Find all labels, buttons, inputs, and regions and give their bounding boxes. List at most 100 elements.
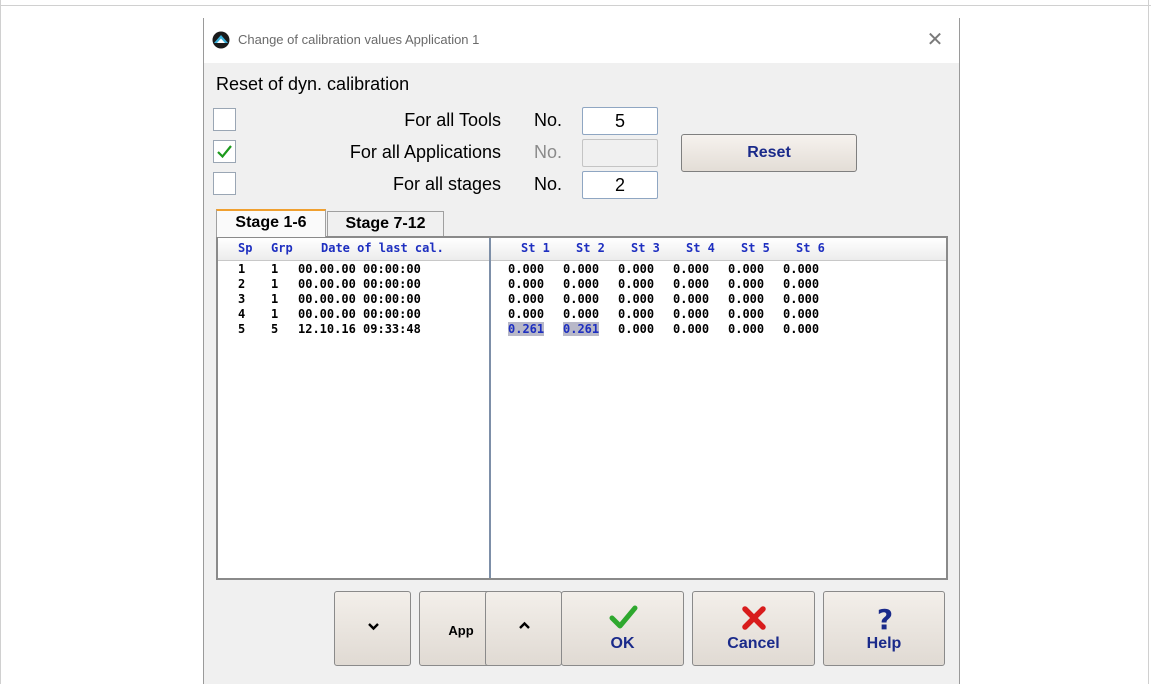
table-row[interactable]: 4 1 00.00.00 00:00:00 0.000 0.000 0.000 0.000 0… <box>218 307 946 322</box>
cell-st1: 0.000 <box>508 292 545 306</box>
svg-text:?: ? <box>877 604 893 632</box>
cell-st6: 0.000 <box>783 277 820 291</box>
cell-st4: 0.000 <box>673 292 710 306</box>
cell-st5: 0.000 <box>728 277 765 291</box>
cell-st1: 0.000 <box>508 277 545 291</box>
chevron-up-icon <box>519 621 530 629</box>
check-icon <box>609 605 638 629</box>
cell-st5: 0.000 <box>728 307 765 321</box>
cell-st5: 0.000 <box>728 262 765 276</box>
cell-sp: 3 <box>238 292 246 306</box>
cell-st2: 0.000 <box>563 277 600 291</box>
cell-st6: 0.000 <box>783 292 820 306</box>
cell-st2: 0.000 <box>563 307 600 321</box>
help-button-label: Help <box>866 635 902 652</box>
header-sp: Sp <box>238 241 253 255</box>
label-all-tools: For all Tools <box>404 110 501 130</box>
no-label-tools: No. <box>534 110 563 130</box>
reset-section-title: Reset of dyn. calibration <box>216 74 410 94</box>
cell-grp: 1 <box>271 262 279 276</box>
cell-date: 00.00.00 00:00:00 <box>298 262 421 276</box>
cell-st3: 0.000 <box>618 322 655 336</box>
header-st2: St 2 <box>576 241 605 255</box>
cell-date: 00.00.00 00:00:00 <box>298 277 421 291</box>
header-st1: St 1 <box>521 241 550 255</box>
cell-st1: 0.000 <box>508 307 545 321</box>
cell-st1: 0.000 <box>508 262 545 276</box>
cell-st4: 0.000 <box>673 262 710 276</box>
cell-grp: 1 <box>271 292 279 306</box>
label-all-applications: For all Applications <box>349 142 501 162</box>
checkbox-all-stages[interactable] <box>213 172 236 195</box>
cell-st3: 0.000 <box>618 277 655 291</box>
tab-stage-7-12[interactable]: Stage 7-12 <box>327 211 444 237</box>
cell-grp: 1 <box>271 307 279 321</box>
table-row[interactable]: 2 1 00.00.00 00:00:00 0.000 0.000 0.000 0.000 0… <box>218 277 946 292</box>
scroll-up-button[interactable] <box>485 591 562 666</box>
cell-st6: 0.000 <box>783 262 820 276</box>
header-st5: St 5 <box>741 241 770 255</box>
checkbox-all-tools[interactable] <box>213 108 236 131</box>
checkbox-all-applications[interactable] <box>213 140 236 163</box>
cell-st5: 0.000 <box>728 322 765 336</box>
chevron-down-icon <box>368 623 379 631</box>
cell-sp: 4 <box>238 307 246 321</box>
table-row[interactable]: 3 1 00.00.00 00:00:00 0.000 0.000 0.000 0.000 0… <box>218 292 946 307</box>
cell-st2: 0.261 <box>563 322 600 336</box>
cell-st1: 0.261 <box>508 322 545 336</box>
check-icon <box>217 145 232 159</box>
calibration-table: Sp Grp Date of last cal. St 1 St 2 St 3 … <box>216 236 948 580</box>
cell-date: 00.00.00 00:00:00 <box>298 292 421 306</box>
header-grp: Grp <box>271 241 293 255</box>
cell-grp: 5 <box>271 322 279 336</box>
cell-grp: 1 <box>271 277 279 291</box>
cell-st6: 0.000 <box>783 307 820 321</box>
help-button[interactable]: ? Help <box>823 591 945 666</box>
label-all-stages: For all stages <box>392 174 501 194</box>
no-label-stages: No. <box>534 174 563 194</box>
title-bar: Change of calibration values Application… <box>204 18 959 63</box>
stage-number-field[interactable]: 2 <box>582 171 658 199</box>
cell-date: 00.00.00 00:00:00 <box>298 307 421 321</box>
question-icon: ? <box>877 604 893 632</box>
frame-left-line <box>0 0 1 684</box>
cell-sp: 2 <box>238 277 246 291</box>
table-header: Sp Grp Date of last cal. St 1 St 2 St 3 … <box>218 238 946 261</box>
cell-st4: 0.000 <box>673 277 710 291</box>
calibration-dialog: Change of calibration values Application… <box>203 18 960 684</box>
no-label-applications: No. <box>534 142 563 162</box>
cell-st3: 0.000 <box>618 307 655 321</box>
window-title: Change of calibration values Application… <box>238 32 480 47</box>
cell-sp: 5 <box>238 322 246 336</box>
ok-button-label: OK <box>610 635 635 652</box>
table-row[interactable]: 1 1 00.00.00 00:00:00 0.000 0.000 0.000 0.000 0… <box>218 262 946 277</box>
reset-button[interactable]: Reset <box>681 134 857 172</box>
header-st6: St 6 <box>796 241 825 255</box>
cancel-button[interactable]: Cancel <box>692 591 815 666</box>
tool-number-field[interactable]: 5 <box>582 107 658 135</box>
x-icon <box>742 606 766 630</box>
close-button[interactable]: ✕ <box>923 27 947 51</box>
cell-st2: 0.000 <box>563 262 600 276</box>
frame-top-line <box>0 5 1151 6</box>
cell-st6: 0.000 <box>783 322 820 336</box>
ok-button[interactable]: OK <box>561 591 684 666</box>
app-logo-icon <box>212 31 230 49</box>
header-st4: St 4 <box>686 241 715 255</box>
cell-st3: 0.000 <box>618 292 655 306</box>
cell-st5: 0.000 <box>728 292 765 306</box>
frame-right-line <box>1148 0 1149 684</box>
tab-stage-1-6[interactable]: Stage 1-6 <box>216 209 326 237</box>
scroll-down-button[interactable] <box>334 591 411 666</box>
header-st3: St 3 <box>631 241 660 255</box>
cell-st2: 0.000 <box>563 292 600 306</box>
cell-sp: 1 <box>238 262 246 276</box>
application-number-field <box>582 139 658 167</box>
table-row[interactable]: 5 5 12.10.16 09:33:48 0.261 0.261 0.000 0.000 0… <box>218 322 946 337</box>
cancel-button-label: Cancel <box>727 635 780 652</box>
cell-date: 12.10.16 09:33:48 <box>298 322 421 336</box>
header-date: Date of last cal. <box>321 241 444 255</box>
cell-st4: 0.000 <box>673 322 710 336</box>
cell-st4: 0.000 <box>673 307 710 321</box>
cell-st3: 0.000 <box>618 262 655 276</box>
